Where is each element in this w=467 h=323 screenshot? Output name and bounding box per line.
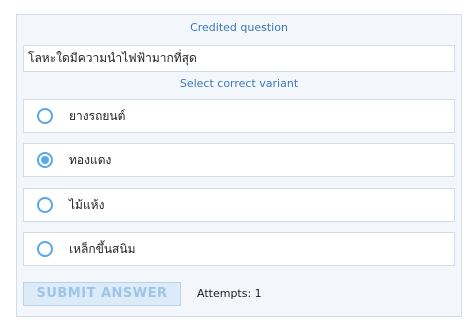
option-3[interactable]: ไม้แห้ง (23, 188, 455, 222)
option-label: ทองแดง (69, 153, 112, 167)
option-label: ยางรถยนต์ (69, 109, 126, 123)
instruction-text: Select correct variant (179, 77, 299, 90)
option-2[interactable]: ทองแดง (23, 143, 455, 177)
question-text: โลหะใดมีความนำไฟฟ้ามากที่สุด (23, 45, 455, 72)
radio-checked-icon[interactable] (37, 152, 53, 168)
question-panel: Credited question โลหะใดมีความนำไฟฟ้ามาก… (16, 14, 462, 317)
radio-icon[interactable] (37, 197, 53, 213)
radio-icon[interactable] (37, 241, 53, 257)
footer: SUBMIT ANSWER Attempts: 1 (23, 276, 455, 308)
radio-icon[interactable] (37, 108, 53, 124)
option-4[interactable]: เหล็กขึ้นสนิม (23, 232, 455, 266)
attempts-counter: Attempts: 1 (197, 287, 262, 300)
option-label: เหล็กขึ้นสนิม (69, 242, 136, 256)
option-label: ไม้แห้ง (69, 198, 105, 212)
submit-answer-button[interactable]: SUBMIT ANSWER (23, 282, 181, 306)
header-title: Credited question (190, 21, 288, 34)
option-1[interactable]: ยางรถยนต์ (23, 99, 455, 133)
